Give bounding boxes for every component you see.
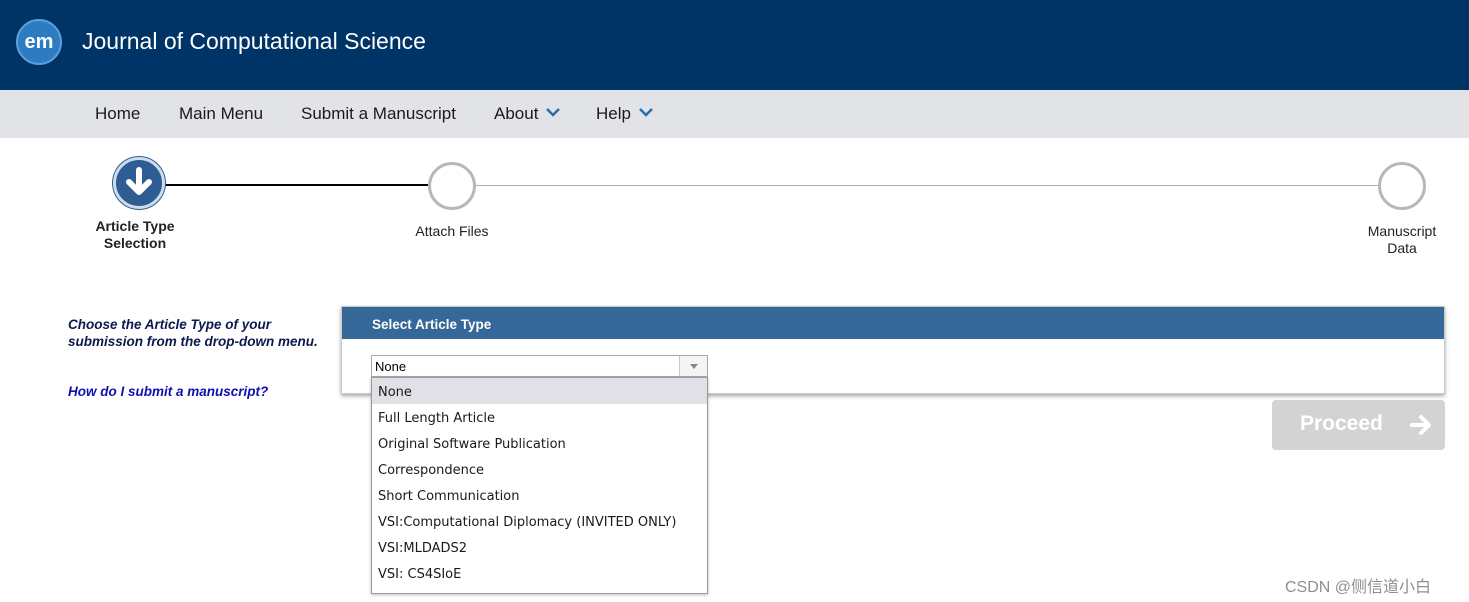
- nav-about[interactable]: About: [494, 104, 561, 124]
- step-manuscript-data-circle: [1378, 162, 1426, 210]
- chevron-down-icon: [639, 108, 653, 117]
- option-vsi-mldads2[interactable]: VSI:MLDADS2: [372, 534, 707, 560]
- help-submit-link[interactable]: How do I submit a manuscript?: [68, 384, 268, 399]
- proceed-label: Proceed: [1300, 412, 1383, 435]
- proceed-button[interactable]: Proceed: [1272, 400, 1445, 450]
- option-full-length-article[interactable]: Full Length Article: [372, 404, 707, 430]
- editorial-manager-logo[interactable]: em: [16, 19, 62, 65]
- instructions-text: Choose the Article Type of your submissi…: [68, 317, 318, 349]
- dropdown-arrow-icon[interactable]: [679, 356, 707, 376]
- option-short-communication[interactable]: Short Communication: [372, 482, 707, 508]
- arrow-down-icon: [126, 167, 152, 195]
- nav-submit-manuscript[interactable]: Submit a Manuscript: [301, 104, 456, 124]
- step-label-line: Selection: [103, 235, 167, 251]
- option-vsi-computational-diplomacy[interactable]: VSI:Computational Diplomacy (INVITED ONL…: [372, 508, 707, 534]
- top-header: em Journal of Computational Science: [0, 0, 1469, 90]
- option-correspondence[interactable]: Correspondence: [372, 456, 707, 482]
- nav-help[interactable]: Help: [596, 104, 653, 124]
- nav-about-label: About: [494, 104, 539, 123]
- step-manuscript-data-label: Manuscript Data: [1342, 223, 1462, 257]
- option-none[interactable]: None: [372, 378, 707, 404]
- csdn-watermark: CSDN @侧信道小白: [1285, 579, 1432, 596]
- journal-title: Journal of Computational Science: [82, 28, 426, 54]
- arrow-right-icon: [1410, 415, 1431, 435]
- stepper-line-pending: [476, 185, 1379, 186]
- step-label-line: Article Type: [95, 218, 175, 234]
- step-attach-files-circle: [428, 162, 476, 210]
- chevron-down-icon: [546, 108, 561, 117]
- step-label-line: Manuscript: [1367, 223, 1437, 239]
- article-type-select[interactable]: None: [371, 355, 708, 377]
- nav-home[interactable]: Home: [95, 104, 140, 124]
- option-original-software-publication[interactable]: Original Software Publication: [372, 430, 707, 456]
- step-article-type-circle: [113, 157, 165, 209]
- panel-title: Select Article Type: [342, 307, 1444, 339]
- step-label-line: Data: [1387, 240, 1417, 256]
- select-current-value: None: [375, 359, 407, 374]
- main-nav: Home Main Menu Submit a Manuscript About…: [0, 90, 1469, 138]
- nav-help-label: Help: [596, 104, 631, 123]
- step-attach-files-label: Attach Files: [415, 223, 489, 239]
- nav-main-menu[interactable]: Main Menu: [179, 104, 263, 124]
- step-article-type-label: Article Type Selection: [75, 218, 195, 252]
- article-type-options-list: None Full Length Article Original Softwa…: [371, 377, 708, 594]
- option-vsi-cs4sioe[interactable]: VSI: CS4SIoE: [372, 560, 707, 586]
- stepper-line-complete: [163, 184, 429, 186]
